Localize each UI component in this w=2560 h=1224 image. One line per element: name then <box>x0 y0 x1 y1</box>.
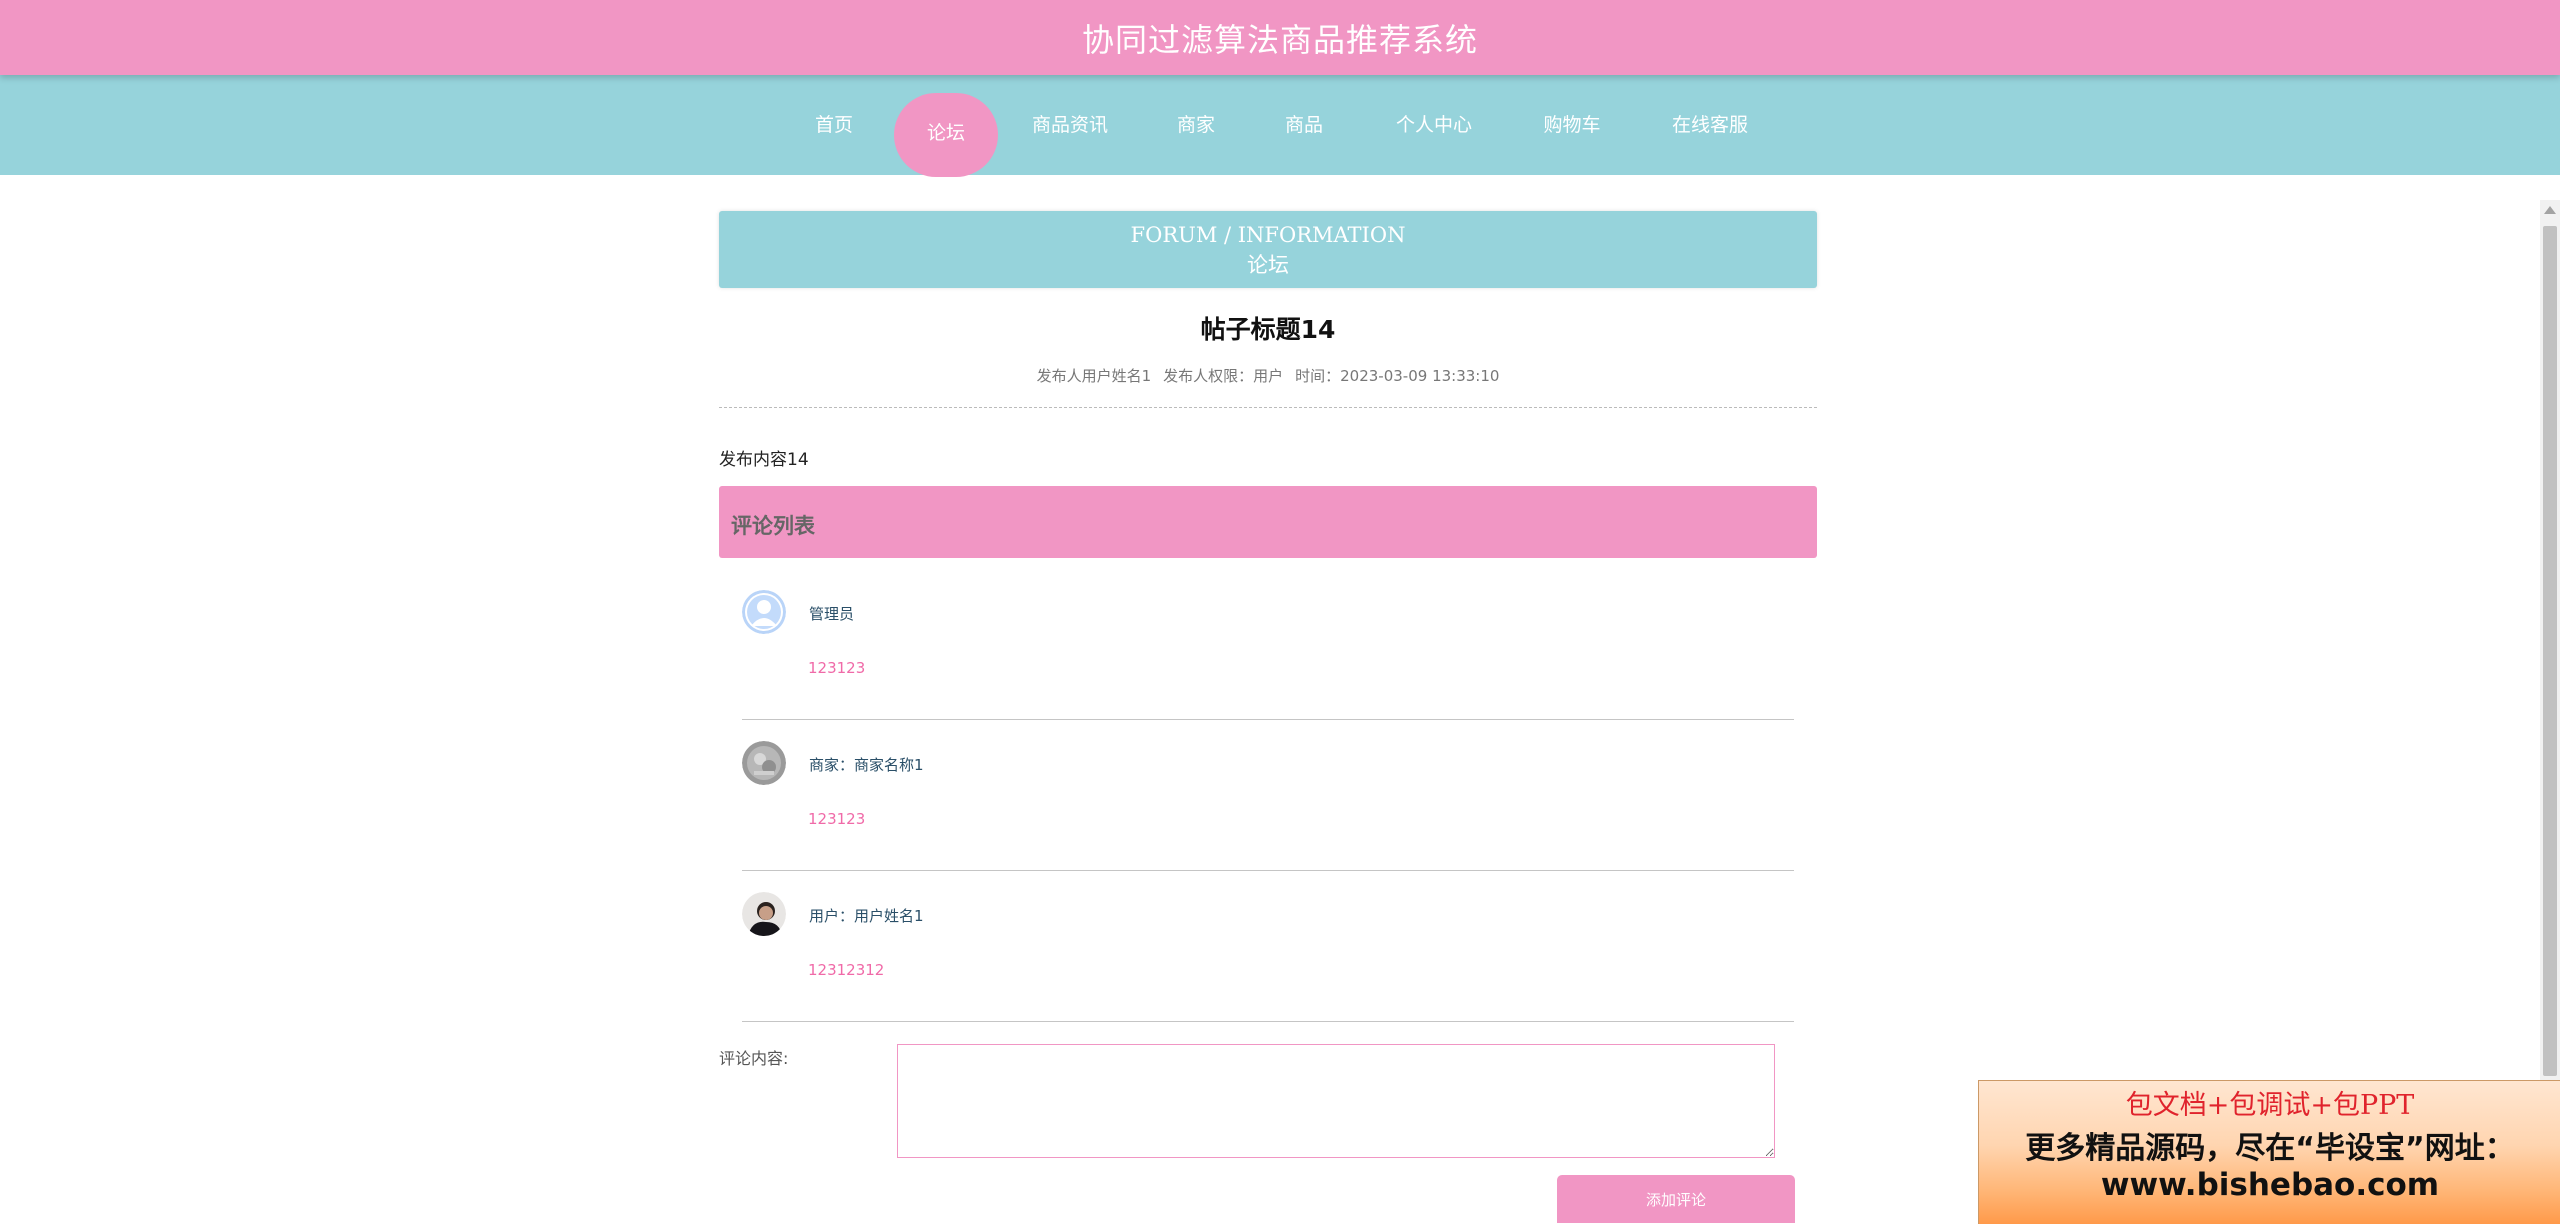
default-user-icon <box>742 590 786 634</box>
advertisement-banner[interactable]: 包文档+包调试+包PPT 更多精品源码，尽在“毕设宝”网址： www.bishe… <box>1978 1080 2560 1224</box>
comments-heading: 评论列表 <box>731 514 815 538</box>
post-meta: 发布人用户姓名1 发布人权限：用户 时间：2023-03-09 13:33:10 <box>719 365 1817 386</box>
comments-header: 评论列表 <box>719 486 1817 558</box>
comment-item: 管理员 123123 <box>742 590 1794 741</box>
shop-avatar <box>742 741 786 785</box>
nav-item-forum[interactable]: 论坛 <box>894 93 998 177</box>
nav-item-home[interactable]: 首页 <box>814 93 854 157</box>
main-nav: 首页 论坛 商品资讯 商家 商品 个人中心 购物车 在线客服 <box>0 75 2560 177</box>
post-content: 发布内容14 <box>719 450 809 470</box>
comment-content-input[interactable] <box>897 1044 1775 1158</box>
add-comment-button[interactable]: 添加评论 <box>1557 1175 1795 1223</box>
comment-text: 123123 <box>808 659 866 677</box>
section-banner: FORUM / INFORMATION 论坛 <box>719 211 1817 288</box>
comment-divider <box>742 870 1794 871</box>
nav-item-online-service[interactable]: 在线客服 <box>1670 93 1750 157</box>
ad-line-2: 更多精品源码，尽在“毕设宝”网址： <box>2025 1131 2515 1166</box>
ad-url: www.bishebao.com <box>2100 1167 2440 1203</box>
nav-item-product-news[interactable]: 商品资讯 <box>1030 93 1110 157</box>
scrollbar-thumb[interactable] <box>2543 226 2557 1076</box>
post-time: 时间：2023-03-09 13:33:10 <box>1295 367 1500 385</box>
comment-text: 123123 <box>808 810 866 828</box>
site-title: 协同过滤算法商品推荐系统 <box>1081 20 1478 59</box>
ad-line-1: 包文档+包调试+包PPT <box>2125 1090 2415 1121</box>
comment-author: 管理员 <box>809 605 855 623</box>
post-author: 发布人用户姓名1 <box>1036 367 1152 385</box>
top-header: 协同过滤算法商品推荐系统 <box>0 0 2560 75</box>
comment-divider <box>742 719 1794 720</box>
comment-item: 用户：用户姓名1 12312312 <box>742 892 1794 1043</box>
post-title: 帖子标题14 <box>1200 315 1336 344</box>
nav-item-personal-center[interactable]: 个人中心 <box>1394 93 1474 157</box>
comment-item: 商家：商家名称1 123123 <box>742 741 1794 892</box>
comment-text: 12312312 <box>808 961 885 979</box>
banner-english-title: FORUM / INFORMATION <box>1130 223 1406 247</box>
banner-chinese-title: 论坛 <box>1247 253 1289 277</box>
user-photo-avatar <box>742 892 786 936</box>
divider <box>719 407 1817 408</box>
comment-author: 用户：用户姓名1 <box>809 907 924 925</box>
post-role: 发布人权限：用户 <box>1163 367 1284 385</box>
scroll-up-arrow-icon[interactable] <box>2544 206 2556 214</box>
comment-content-label: 评论内容: <box>719 1049 789 1068</box>
nav-item-cart[interactable]: 购物车 <box>1542 93 1602 157</box>
nav-item-merchants[interactable]: 商家 <box>1176 93 1216 157</box>
page-scrollbar[interactable] <box>2540 200 2560 1223</box>
comment-divider <box>742 1021 1794 1022</box>
comment-author: 商家：商家名称1 <box>809 756 924 774</box>
nav-item-products[interactable]: 商品 <box>1284 93 1324 157</box>
